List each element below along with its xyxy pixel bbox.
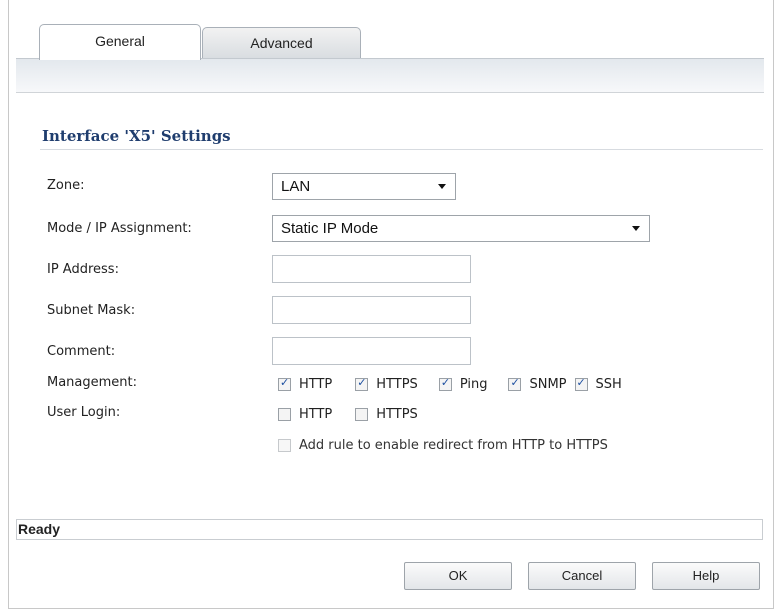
management-label: Management: <box>47 375 138 390</box>
tab-general[interactable]: General <box>39 24 201 60</box>
user-login-https-checkbox[interactable] <box>355 407 369 421</box>
management-http-label: HTTP <box>299 376 333 392</box>
status-bar: Ready <box>16 519 763 540</box>
redirect-checkbox[interactable] <box>278 438 291 452</box>
section-title: Interface 'X5' Settings <box>42 127 231 145</box>
ip-address-input[interactable] <box>272 255 471 283</box>
user-login-options: HTTP HTTPS <box>278 405 418 423</box>
zone-select-value: LAN <box>281 178 311 195</box>
ip-address-label: IP Address: <box>47 262 119 277</box>
zone-label: Zone: <box>47 178 85 193</box>
chevron-down-icon <box>632 226 640 231</box>
management-ping-label: Ping <box>459 376 488 392</box>
user-login-http-label: HTTP <box>299 406 333 422</box>
management-options: HTTP HTTPS Ping SNMP SSH <box>278 375 622 393</box>
user-login-label: User Login: <box>47 405 121 420</box>
mode-select-value: Static IP Mode <box>281 220 379 237</box>
tab-advanced[interactable]: Advanced <box>202 27 361 58</box>
management-https-label: HTTPS <box>376 376 418 392</box>
user-login-https-label: HTTPS <box>376 406 418 422</box>
ok-button[interactable]: OK <box>404 562 512 590</box>
status-text: Ready <box>18 521 61 537</box>
management-ping-checkbox[interactable] <box>438 376 452 391</box>
redirect-label: Add rule to enable redirect from HTTP to… <box>299 437 608 453</box>
chevron-down-icon <box>438 184 446 189</box>
subnet-mask-input[interactable] <box>272 296 471 324</box>
tab-strip <box>16 58 764 93</box>
management-http-checkbox[interactable] <box>278 376 291 391</box>
management-ssh-checkbox[interactable] <box>574 376 588 391</box>
redirect-option: Add rule to enable redirect from HTTP to… <box>278 436 608 454</box>
subnet-mask-label: Subnet Mask: <box>47 303 136 318</box>
management-snmp-label: SNMP <box>529 376 567 392</box>
mode-label: Mode / IP Assignment: <box>47 221 192 236</box>
comment-input[interactable] <box>272 337 471 365</box>
management-snmp-checkbox[interactable] <box>508 376 522 391</box>
section-divider <box>40 149 763 150</box>
mode-select[interactable]: Static IP Mode <box>272 215 650 242</box>
user-login-http-checkbox[interactable] <box>278 407 291 421</box>
help-button[interactable]: Help <box>652 562 760 590</box>
comment-label: Comment: <box>47 344 116 359</box>
zone-select[interactable]: LAN <box>272 173 456 200</box>
management-https-checkbox[interactable] <box>355 376 369 391</box>
cancel-button[interactable]: Cancel <box>528 562 636 590</box>
management-ssh-label: SSH <box>595 376 622 392</box>
